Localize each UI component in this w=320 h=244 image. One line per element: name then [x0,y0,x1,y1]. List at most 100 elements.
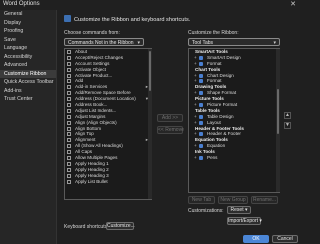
checkbox-checked-icon[interactable] [199,55,203,60]
command-label: Allow Multiple Pages [75,155,118,161]
expand-icon[interactable]: + [194,155,197,161]
command-label: Account Settings [75,60,110,66]
command-icon [67,73,71,78]
move-up-icon[interactable]: ▲ [284,112,291,119]
ok-button[interactable]: OK [243,235,269,243]
command-label: Add [75,78,84,84]
sidebar-item-customize-ribbon[interactable]: Customize Ribbon [0,69,56,78]
keyboard-shortcuts-label: Keyboard shortcuts: [64,224,109,230]
page-heading: Customize the Ribbon and keyboard shortc… [64,15,190,23]
tree-label: Equation Tools [195,137,228,143]
command-icon [67,156,71,161]
command-label: Address Book... [75,102,108,108]
import-export-button[interactable]: Import/Export ▾ [227,217,262,225]
checkbox-checked-icon[interactable] [199,156,203,161]
tree-label: Chart Tools [195,66,221,72]
window-title: Word Options [3,1,40,7]
command-icon [67,126,71,131]
checkbox-checked-icon[interactable] [199,79,203,84]
command-icon [67,91,71,96]
command-label: Apply Heading 2 [75,166,109,172]
tree-label: Header & Footer [207,131,241,137]
sidebar-item-general[interactable]: General [0,10,56,19]
tree-label: SmartArt Tools [195,49,228,54]
new-group-button[interactable]: New Group [218,196,248,204]
ribbon-icon [64,15,71,22]
command-label: About [75,49,88,54]
tree-label: Equation [207,143,226,149]
command-icon [67,144,71,149]
sidebar-item-display[interactable]: Display [0,19,56,28]
command-label: Align Top [75,131,94,137]
checkbox-checked-icon[interactable] [199,114,203,119]
chevron-down-icon: ▾ [273,40,276,46]
tree-label: Layout [207,119,221,125]
sidebar-item-save[interactable]: Save [0,36,56,45]
sidebar-item-proofing[interactable]: Proofing [0,27,56,36]
add-button[interactable]: Add >> [157,114,183,122]
command-icon [67,173,71,178]
command-label: Adjust List Indents... [75,107,117,113]
commands-list[interactable]: About Accept/Reject Changes Account Settin… [64,48,152,200]
checkbox-checked-icon[interactable] [199,61,203,66]
command-icon [67,97,71,102]
sidebar-item-quick-access-toolbar[interactable]: Quick Access Toolbar [0,78,56,87]
tree-scrollbar[interactable] [276,49,280,192]
command-icon [67,55,71,60]
command-icon [67,120,71,125]
customize-ribbon-panel: Customize the Ribbon and keyboard shortc… [57,10,300,244]
tree-scroll-thumb[interactable] [277,89,279,134]
customize-keyboard-button[interactable]: Customize... [106,222,135,230]
move-down-icon[interactable]: ▼ [284,122,291,129]
cancel-button[interactable]: Cancel [272,235,298,243]
command-icon [67,50,71,54]
tree-label: Table Design [207,113,234,119]
checkbox-checked-icon[interactable] [199,120,203,125]
checkbox-checked-icon[interactable] [199,91,203,96]
command-icon [67,150,71,155]
close-icon[interactable]: ✕ [290,0,296,9]
checkbox-checked-icon[interactable] [199,103,203,108]
command-icon [67,67,71,72]
new-tab-button[interactable]: New Tab [188,196,215,204]
customize-ribbon-label: Customize the Ribbon: [188,30,239,36]
word-options-window: Word Options ✕ General Display Proofing Sav… [0,0,300,244]
tree-label: Picture Tools [195,96,224,102]
checkbox-checked-icon[interactable] [199,144,203,149]
checkbox-checked-icon[interactable] [199,73,203,78]
sidebar-item-trust-center[interactable]: Trust Center [0,95,56,104]
sidebar-item-advanced[interactable]: Advanced [0,61,56,70]
remove-button[interactable]: << Remove [157,126,184,134]
command-label: Address (Document Location) [75,96,136,102]
tree-label: Format [207,60,222,66]
command-label: Accept/Reject Changes [75,54,124,60]
customizations-label: Customizations: [188,208,224,214]
command-label: Apply List Bullet [75,178,108,184]
reset-button[interactable]: Reset ▾ [227,206,251,214]
sidebar-item-language[interactable]: Language [0,44,56,53]
commands-scrollbar[interactable] [148,49,152,199]
customize-ribbon-dropdown[interactable]: Tool Tabs ▾ [188,38,280,46]
ribbon-tabs-tree[interactable]: SmartArt Tools + SmartArt Design + Format Cha… [188,48,280,193]
tree-label: Shape Format [207,90,237,96]
commands-scroll-thumb[interactable] [149,51,151,91]
customize-ribbon-value: Tool Tabs [192,40,214,46]
command-icon [67,103,71,108]
sidebar-item-add-ins[interactable]: Add-ins [0,87,56,96]
command-label: Align (Align Objects) [75,119,117,125]
list-item[interactable]: Apply List Bullet [65,179,151,185]
tree-label: Format [207,78,222,84]
command-icon [67,167,71,172]
choose-commands-dropdown[interactable]: Commands Not in the Ribbon ▾ [64,38,144,46]
tree-label: Picture Format [207,102,238,108]
rename-button[interactable]: Rename... [251,196,278,204]
checkbox-checked-icon[interactable] [199,132,203,137]
command-label: Activate Product... [75,72,113,78]
sidebar-item-accessibility[interactable]: Accessibility [0,53,56,62]
command-label: Apply Heading 3 [75,172,109,178]
tree-label: Drawing Tools [195,84,227,90]
chevron-down-icon: ▾ [137,40,140,46]
tree-tab-item[interactable]: + Pens [189,155,279,161]
options-sidebar: General Display Proofing Save Language Access… [0,10,57,244]
command-label: Add-in Services [75,84,108,90]
